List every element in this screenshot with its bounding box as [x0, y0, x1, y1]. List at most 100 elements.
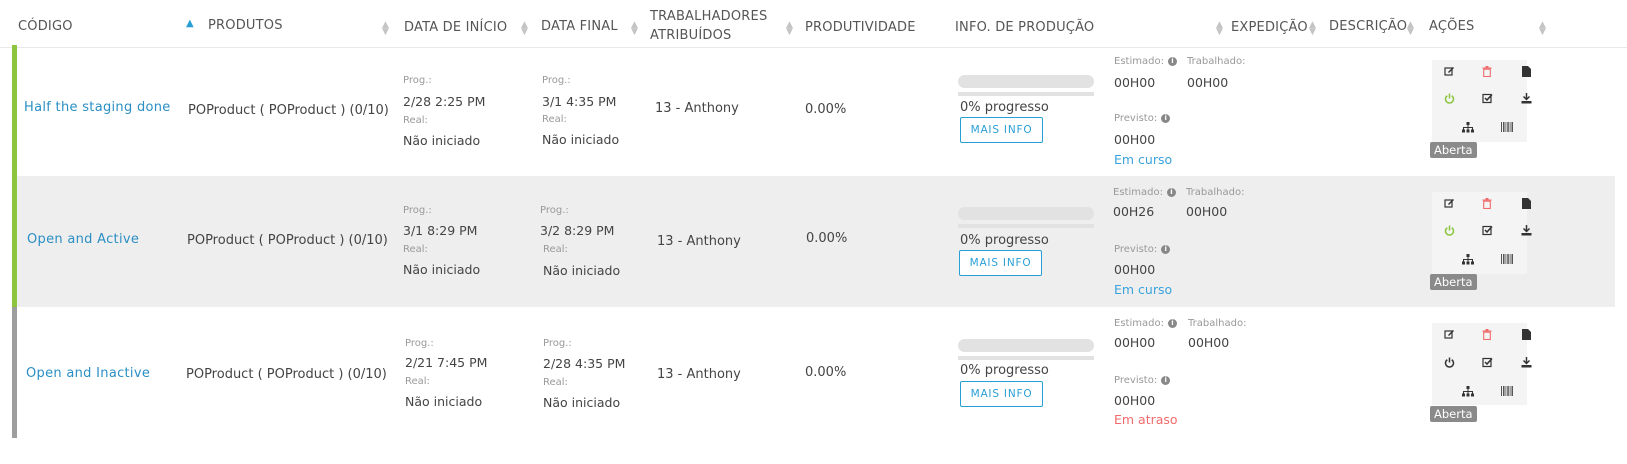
row-code-link[interactable]: Open and Active [27, 232, 139, 247]
progress-bar [958, 207, 1094, 220]
row-workers: 13 - Anthony [657, 234, 741, 249]
header-info-producao[interactable]: INFO. DE PRODUÇÃO [955, 20, 1094, 35]
estimated-label: Estimado: i [1113, 187, 1176, 198]
forecast-value: 00H00 [1114, 393, 1156, 408]
sort-icon[interactable]: ▲ ▼ [786, 21, 793, 37]
hierarchy-icon[interactable] [1452, 380, 1484, 402]
end-real-value: Não iniciado [542, 132, 620, 147]
sort-icon[interactable]: ▲ ▼ [631, 21, 638, 37]
end-prog-label: Prog.: [542, 75, 571, 86]
estimated-value: 00H00 [1114, 335, 1156, 350]
progress-bar [958, 339, 1094, 352]
table-row[interactable]: Open and Inactive POProduct ( POProduct … [12, 307, 1615, 438]
barcode-icon[interactable] [1491, 380, 1523, 402]
info-icon[interactable]: i [1161, 114, 1171, 123]
more-info-button[interactable]: MAIS INFO [959, 250, 1042, 276]
row-code-link[interactable]: Half the staging done [24, 100, 171, 115]
info-icon[interactable]: i [1167, 57, 1177, 66]
hierarchy-icon[interactable] [1452, 248, 1484, 270]
end-prog-value: 3/1 4:35 PM [542, 94, 617, 109]
status-badge: Aberta [1430, 274, 1477, 290]
table-row[interactable]: Open and Active POProduct ( POProduct ) … [12, 176, 1615, 307]
download-icon[interactable] [1510, 219, 1542, 241]
info-icon[interactable]: i [1166, 188, 1176, 197]
start-real-value: Não iniciado [403, 262, 481, 277]
start-real-value: Não iniciado [403, 133, 481, 148]
row-product: POProduct ( POProduct ) (0/10) [188, 103, 389, 118]
row-code-link[interactable]: Open and Inactive [26, 366, 150, 381]
header-codigo[interactable]: CÓDIGO [18, 19, 73, 34]
worked-value: 00H00 [1187, 75, 1229, 90]
power-icon[interactable] [1433, 87, 1465, 109]
header-trabalhadores[interactable]: TRABALHADORES [650, 9, 767, 24]
progress-bar [958, 75, 1094, 88]
delete-icon[interactable] [1471, 192, 1503, 214]
sort-icon[interactable]: ▲ ▼ [1539, 21, 1546, 37]
start-prog-value: 3/1 8:29 PM [403, 223, 478, 238]
end-prog-value: 2/28 4:35 PM [543, 356, 626, 371]
start-real-value: Não iniciado [405, 394, 483, 409]
edit-icon[interactable] [1433, 323, 1465, 345]
sort-asc-icon[interactable]: ▲ [186, 19, 194, 29]
end-real-label: Real: [542, 114, 567, 125]
header-data-inicio[interactable]: DATA DE INÍCIO [404, 20, 507, 35]
table-row[interactable]: Half the staging done POProduct ( POProd… [12, 45, 1615, 176]
sort-icon[interactable]: ▲ ▼ [521, 21, 528, 37]
status-bar [12, 307, 17, 438]
info-icon[interactable]: i [1161, 245, 1171, 254]
start-prog-value: 2/28 2:25 PM [403, 94, 486, 109]
power-icon[interactable] [1433, 219, 1465, 241]
document-icon[interactable] [1510, 323, 1542, 345]
sort-icon[interactable]: ▲ ▼ [382, 21, 389, 37]
document-icon[interactable] [1510, 60, 1542, 82]
start-real-label: Real: [403, 244, 428, 255]
row-productivity: 0.00% [805, 365, 847, 380]
progress-text: 0% progresso [960, 233, 1049, 248]
barcode-icon[interactable] [1491, 248, 1523, 270]
sort-icon[interactable]: ▲ ▼ [1407, 21, 1414, 37]
forecast-value: 00H00 [1114, 262, 1156, 277]
header-acoes[interactable]: AÇÕES [1429, 19, 1474, 34]
start-real-label: Real: [405, 376, 430, 387]
more-info-button[interactable]: MAIS INFO [960, 381, 1043, 407]
checkbox-icon[interactable] [1471, 351, 1503, 373]
power-icon[interactable] [1433, 351, 1465, 373]
info-icon[interactable]: i [1167, 319, 1177, 328]
row-productivity: 0.00% [806, 231, 848, 246]
hierarchy-icon[interactable] [1452, 116, 1484, 138]
info-icon[interactable]: i [1161, 376, 1171, 385]
progress-text: 0% progresso [960, 363, 1049, 378]
end-prog-label: Prog.: [543, 338, 572, 349]
worked-label: Trabalhado: [1188, 318, 1247, 329]
delete-icon[interactable] [1471, 60, 1503, 82]
estimated-value: 00H26 [1113, 204, 1155, 219]
worked-label: Trabalhado: [1186, 187, 1245, 198]
header-descricao[interactable]: DESCRIÇÃO [1329, 19, 1407, 34]
checkbox-icon[interactable] [1471, 219, 1503, 241]
checkbox-icon[interactable] [1471, 87, 1503, 109]
start-real-label: Real: [403, 115, 428, 126]
header-data-final[interactable]: DATA FINAL [541, 19, 618, 34]
end-real-label: Real: [543, 377, 568, 388]
row-product: POProduct ( POProduct ) (0/10) [186, 367, 387, 382]
header-produtividade[interactable]: PRODUTIVIDADE [805, 20, 916, 35]
edit-icon[interactable] [1433, 192, 1465, 214]
sort-icon[interactable]: ▲ ▼ [1216, 21, 1223, 37]
edit-icon[interactable] [1433, 60, 1465, 82]
worked-value: 00H00 [1188, 335, 1230, 350]
status-bar [12, 45, 17, 176]
barcode-icon[interactable] [1491, 116, 1523, 138]
progress-text: 0% progresso [960, 100, 1049, 115]
download-icon[interactable] [1510, 87, 1542, 109]
delete-icon[interactable] [1471, 323, 1503, 345]
row-workers: 13 - Anthony [655, 101, 739, 116]
start-prog-label: Prog.: [403, 75, 432, 86]
header-produtos[interactable]: PRODUTOS [208, 18, 283, 33]
header-expedicao[interactable]: EXPEDIÇÃO [1231, 20, 1308, 35]
sort-icon[interactable]: ▲ ▼ [1309, 21, 1316, 37]
start-prog-value: 2/21 7:45 PM [405, 355, 488, 370]
estimated-label: Estimado: i [1114, 56, 1177, 67]
more-info-button[interactable]: MAIS INFO [960, 117, 1043, 143]
download-icon[interactable] [1510, 351, 1542, 373]
document-icon[interactable] [1510, 192, 1542, 214]
